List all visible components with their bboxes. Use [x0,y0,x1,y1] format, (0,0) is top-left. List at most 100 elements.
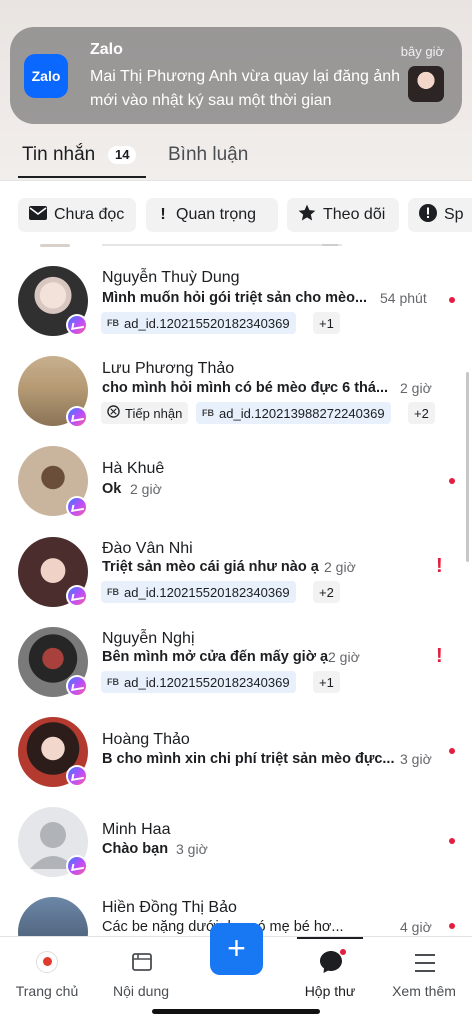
ad-id-text: ad_id.120215520182340369 [124,315,290,331]
nav-inbox[interactable]: Hộp thư [283,937,377,1007]
page-logo-icon [36,951,58,973]
filter-chip-label: Quan trọng [176,206,257,223]
zalo-notification-banner[interactable]: Zalo Zalo bây giờ Mai Thị Phương Anh vừa… [10,27,462,124]
message-time: 4 giờ [400,919,432,935]
filter-bar: Chưa đọc ! Quan trọng Theo dõi Sp [0,180,472,246]
filter-chip-important[interactable]: ! Quan trọng [146,198,278,232]
unread-dot [449,478,455,484]
nav-label: Hộp thư [304,983,356,999]
nav-label: Trang chủ [15,983,79,999]
contact-name: Minh Haa [102,821,171,838]
messenger-icon [66,855,88,877]
avatar [18,897,88,936]
star-icon [297,203,317,228]
filter-chip-spam[interactable]: Sp [408,198,472,232]
conversation-item[interactable]: Minh Haa Chào bạn 3 giờ [0,805,472,885]
status-bar [0,0,472,28]
notification-thumbnail [408,66,444,102]
ad-id-tag[interactable]: FB ad_id.120215520182340369 [101,312,296,334]
active-tab-indicator [18,176,146,178]
notification-body: Mai Thị Phương Anh vừa quay lại đăng ảnh… [90,68,401,109]
messenger-icon [66,675,88,697]
unread-dot [449,838,455,844]
filter-chip-unread[interactable]: Chưa đọc [18,198,136,232]
partial-list-item-top [40,244,440,248]
contact-name: Đào Vân Nhi [102,540,193,557]
exclamation-icon: ! [160,206,166,223]
tab-comments[interactable]: Bình luận [168,144,248,166]
message-time: 3 giờ [400,751,432,767]
message-preview: Chào bạn [102,841,169,857]
inbox-chat-icon [318,949,346,980]
inbox-notification-dot [340,949,346,955]
more-tags-count[interactable]: +1 [313,671,340,693]
inbox-tabs: Tin nhắn 14 Bình luận [0,140,472,180]
nav-home[interactable]: Trang chủ [0,937,94,1007]
status-tag[interactable]: Tiếp nhận [101,402,189,424]
message-preview: Triệt sản mèo cái giá như nào ạ [102,559,319,575]
conversation-item[interactable]: Đào Vân Nhi Triệt sản mèo cái giá như nà… [0,535,472,621]
home-indicator[interactable] [152,1009,320,1014]
message-preview: Mình muốn hỏi gói triệt sản cho mèo... [102,290,368,306]
messages-count-badge: 14 [108,146,137,164]
filter-chip-label: Chưa đọc [54,206,125,223]
ad-id-text: ad_id.120215520182340369 [124,584,290,600]
content-icon [131,951,153,978]
status-tag-icon [107,405,120,421]
contact-name: Lưu Phương Thảo [102,360,235,377]
conversation-item[interactable]: Hoàng Thảo B cho mình xin chi phí triệt … [0,715,472,795]
message-preview: cho mình hỏi mình có bé mèo đực 6 thá... [102,380,389,396]
unread-dot [449,923,455,929]
message-preview: B cho mình xin chi phí triệt sản mèo đực… [102,751,395,767]
filter-chip-following[interactable]: Theo dõi [287,198,399,232]
more-tags-count[interactable]: +2 [313,581,340,603]
zalo-icon-text: Zalo [31,68,61,84]
nav-label: Nội dung [112,983,170,999]
fb-label: FB [202,408,214,418]
notification-app-name: Zalo [90,41,123,58]
active-nav-indicator [297,937,363,939]
fb-label: FB [107,677,119,687]
contact-name: Hiền Đồng Thị Bảo [102,899,237,916]
messenger-icon [66,585,88,607]
nav-content[interactable]: Nội dung [94,937,188,1007]
conversation-item[interactable]: Nguyễn Nghị Bên mình mở cửa đến mấy giờ … [0,625,472,711]
more-tags-count[interactable]: +2 [408,402,435,424]
ad-id-tag[interactable]: FB ad_id.120213988272240369 [196,402,391,424]
envelope-icon [28,205,48,226]
messenger-icon [66,765,88,787]
conversation-item[interactable]: Lưu Phương Thảo cho mình hỏi mình có bé … [0,352,472,442]
tab-comments-label: Bình luận [168,144,249,165]
unread-dot [449,297,455,303]
important-marker-icon: ! [436,645,443,667]
contact-name: Hà Khuê [102,460,165,477]
ad-id-text: ad_id.120215520182340369 [124,674,290,690]
tab-messages[interactable]: Tin nhắn [22,144,95,166]
ad-id-tag[interactable]: FB ad_id.120215520182340369 [101,671,296,693]
message-time: 2 giờ [400,380,432,396]
ad-id-tag[interactable]: FB ad_id.120215520182340369 [101,581,296,603]
message-preview: Ok [102,481,122,497]
more-tags-count[interactable]: +1 [313,312,340,334]
message-time: 3 giờ [176,841,208,857]
create-button[interactable]: + [210,923,263,975]
ad-id-text: ad_id.120213988272240369 [219,405,385,421]
conversation-item[interactable]: Hà Khuê Ok 2 giờ [0,444,472,520]
messenger-icon [66,496,88,518]
filter-chip-label: Sp [444,206,464,223]
filter-chip-label: Theo dõi [323,206,386,223]
message-time: 2 giờ [130,481,162,497]
scrollbar[interactable] [466,372,469,562]
unread-dot [449,748,455,754]
contact-name: Hoàng Thảo [102,731,190,748]
contact-name: Nguyễn Thuỳ Dung [102,269,240,286]
nav-label: Xem thêm [392,983,456,999]
fb-label: FB [107,587,119,597]
menu-icon [414,953,436,978]
message-time: 2 giờ [328,649,360,665]
fb-label: FB [107,318,119,328]
nav-more[interactable]: Xem thêm [377,937,471,1007]
messenger-icon [66,314,88,336]
conversation-item[interactable]: Nguyễn Thuỳ Dung Mình muốn hỏi gói triệt… [0,262,472,348]
notification-time: bây giờ [400,44,444,59]
